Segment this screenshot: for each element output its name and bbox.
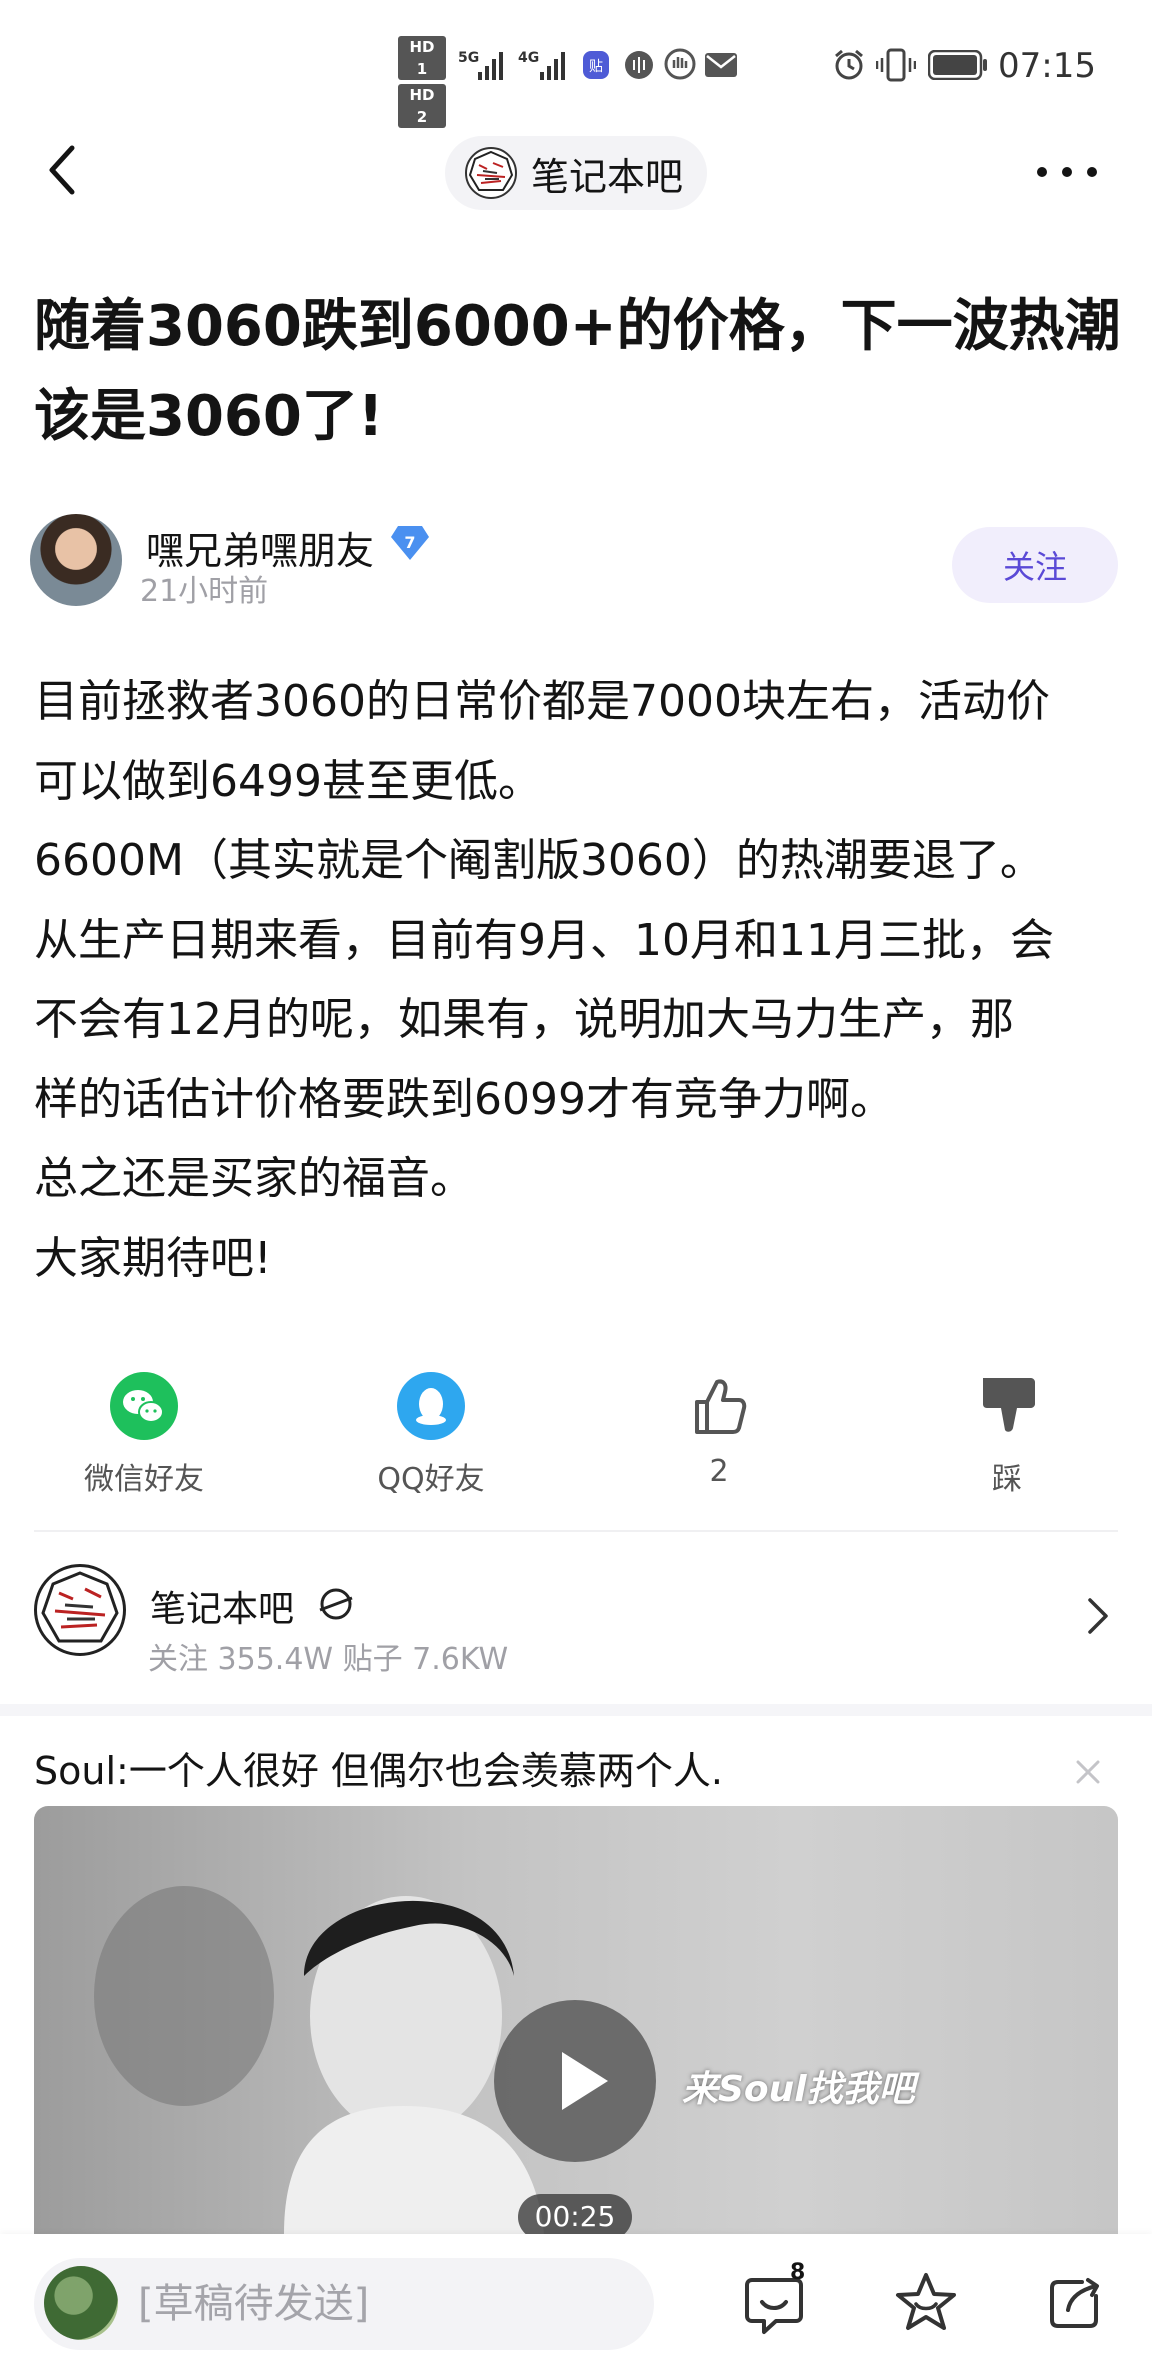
author-avatar[interactable] — [30, 514, 122, 606]
share-icon[interactable] — [1044, 2272, 1106, 2334]
dislike-button[interactable]: 踩 — [917, 1370, 1097, 1498]
forum-stats: 关注 355.4W 贴子 7.6KW — [148, 1642, 509, 1677]
post-body-line: 从生产日期来看，目前有9月、10月和11月三批，会 — [34, 914, 1054, 966]
thumbs-up-icon — [695, 1379, 747, 1434]
forum-name: 笔记本吧 — [531, 154, 684, 199]
gesture-notification-icon — [664, 48, 696, 80]
mail-icon — [705, 53, 737, 77]
forum-card-logo[interactable] — [34, 1564, 126, 1656]
forum-signin-icon — [319, 1588, 353, 1620]
ad-title[interactable]: Soul:一个人很好 但偶尔也会羡慕两个人. — [34, 1740, 723, 1795]
hd1-badge: HD 1 — [398, 36, 446, 80]
section-separator — [0, 1704, 1152, 1716]
svg-text:贴: 贴 — [589, 59, 603, 75]
post-body-line: 大家期待吧! — [34, 1232, 272, 1284]
like-button[interactable]: 2 — [629, 1370, 809, 1489]
signal-icon — [478, 52, 503, 80]
reply-input[interactable] — [34, 2258, 654, 2350]
post-body-line: 样的话估计价格要跌到6099才有竞争力啊。 — [34, 1073, 894, 1125]
like-count: 2 — [709, 1454, 729, 1489]
vibrate-icon — [876, 48, 916, 82]
chevron-right-icon[interactable] — [1084, 1594, 1112, 1638]
level-number: 7 — [404, 533, 415, 552]
share-qq-label: QQ好友 — [377, 1462, 485, 1497]
post-title: 随着3060跌到6000+的价格，下一波热潮该是3060了! — [34, 294, 1121, 449]
thumbs-down-icon — [983, 1378, 1035, 1432]
star-icon[interactable] — [892, 2270, 960, 2336]
dislike-label: 踩 — [992, 1462, 1022, 1497]
play-icon[interactable] — [556, 2048, 612, 2114]
level-badge-icon: 7 — [391, 526, 429, 560]
hd2-badge: HD 2 — [398, 84, 446, 128]
post-body: 目前拯救者3060的日常价都是7000块左右，活动价 可以做到6499甚至更低。… — [34, 662, 1134, 1298]
close-icon[interactable] — [1070, 1754, 1106, 1790]
sim-indicator: HD 1 HD 2 — [398, 36, 446, 132]
signal-icon — [540, 52, 565, 80]
share-qq-button[interactable]: QQ好友 — [341, 1370, 521, 1498]
video-caption: 来Soul找我吧 — [682, 2069, 915, 2110]
qq-icon — [397, 1372, 465, 1440]
share-wechat-label: 微信好友 — [84, 1462, 204, 1497]
forum-card-name[interactable]: 笔记本吧 — [150, 1580, 294, 1632]
clock: 07:15 — [998, 46, 1096, 86]
post-body-line: 不会有12月的呢，如果有，说明加大马力生产，那 — [34, 994, 1014, 1045]
wechat-icon — [110, 1372, 178, 1440]
post-body-line: 6600M（其实就是个阉割版3060）的热潮要退了。 — [34, 835, 1044, 886]
comment-count: 8 — [790, 2260, 806, 2285]
post-time: 21小时前 — [140, 574, 269, 609]
app-notification-icon: 贴 — [583, 51, 609, 79]
battery-icon — [928, 50, 987, 80]
follow-button[interactable]: 关注 — [952, 527, 1118, 603]
user-avatar[interactable] — [44, 2266, 118, 2340]
forum-header-pill[interactable]: 笔记本吧 — [445, 136, 707, 210]
network-5g-label: 5G — [458, 50, 480, 66]
back-arrow-icon[interactable] — [40, 140, 90, 200]
post-body-line: 目前拯救者3060的日常价都是7000块左右，活动价 — [34, 676, 1050, 727]
audio-notification-icon — [625, 51, 653, 79]
network-4g-label: 4G — [518, 50, 540, 66]
more-options-icon[interactable] — [1032, 150, 1102, 194]
post-body-line: 总之还是买家的福音。 — [34, 1153, 474, 1204]
share-wechat-button[interactable]: 微信好友 — [54, 1370, 234, 1498]
post-body-line: 可以做到6499甚至更低。 — [34, 755, 542, 807]
forum-logo — [465, 147, 517, 199]
alarm-icon — [835, 49, 863, 80]
status-bar: HD 1 HD 2 5G 4G 贴 07:15 — [0, 0, 1152, 130]
